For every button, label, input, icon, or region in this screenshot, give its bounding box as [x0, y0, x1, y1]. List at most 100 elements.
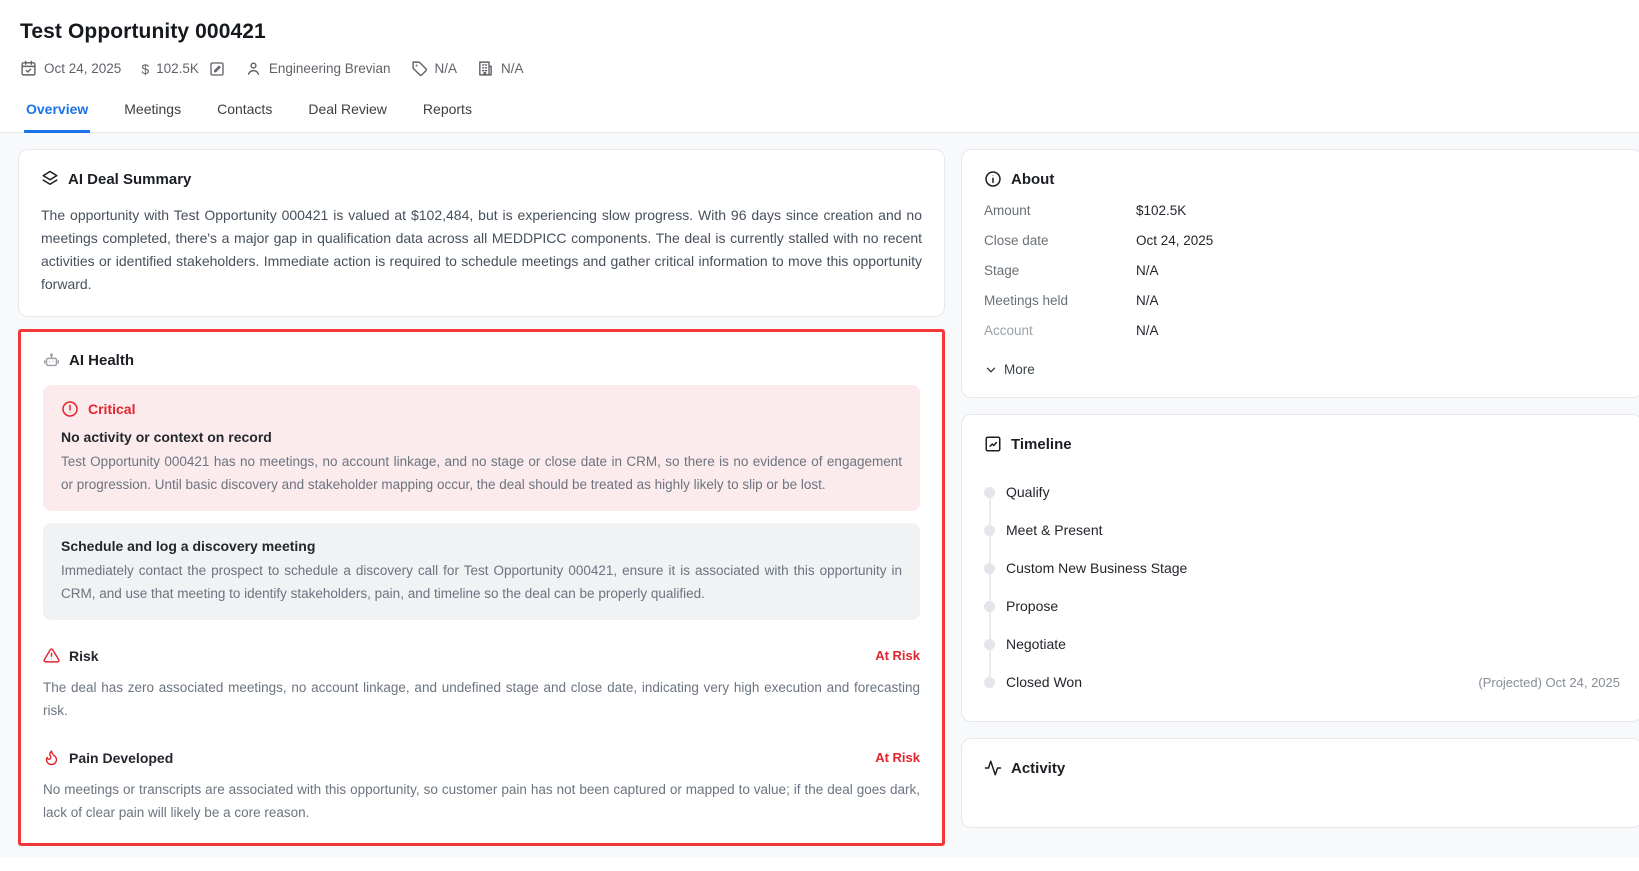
critical-heading: No activity or context on record [61, 429, 272, 445]
tab-reports[interactable]: Reports [421, 101, 474, 133]
critical-body: Test Opportunity 000421 has no meetings,… [61, 454, 902, 492]
content-area: AI Deal Summary The opportunity with Tes… [0, 133, 1639, 857]
robot-icon [44, 353, 59, 367]
critical-label: Critical [88, 401, 136, 417]
ai-deal-summary-card: AI Deal Summary The opportunity with Tes… [18, 149, 945, 317]
about-row-amount: Amount $102.5K [984, 203, 1620, 218]
timeline-stage-qualify: Qualify [984, 473, 1620, 511]
about-label: Close date [984, 233, 1049, 248]
tag-icon [411, 61, 427, 76]
more-button-label: More [1004, 362, 1035, 377]
timeline-stage-propose: Propose [984, 587, 1620, 625]
timeline-list: Qualify Meet & Present Custom New Busine… [984, 473, 1620, 701]
stage-label: Custom New Business Stage [1006, 560, 1188, 576]
about-row-meetings-held: Meetings held N/A [984, 293, 1620, 308]
about-title: About [1011, 170, 1055, 188]
timeline-card: Timeline Qualify Meet & Present Custom N… [961, 414, 1639, 722]
about-value: N/A [1136, 293, 1159, 308]
more-button[interactable]: More [984, 362, 1035, 377]
meta-close-date: Oct 24, 2025 [20, 60, 121, 77]
timeline-stage-closed-won: Closed Won (Projected) Oct 24, 2025 [984, 663, 1620, 701]
about-row-account: Account N/A [984, 323, 1620, 338]
page-header: Test Opportunity 000421 Oct 24, 2025 $ 1… [0, 0, 1639, 77]
stage-dot [984, 486, 995, 498]
ai-health-title: AI Health [69, 352, 135, 369]
pain-section-body: No meetings or transcripts are associate… [43, 782, 920, 820]
main-column: AI Deal Summary The opportunity with Tes… [18, 149, 945, 846]
about-value: Oct 24, 2025 [1136, 233, 1214, 248]
ai-deal-summary-title: AI Deal Summary [68, 170, 192, 188]
meta-close-date-text: Oct 24, 2025 [44, 61, 122, 76]
about-label: Amount [984, 203, 1031, 218]
stage-dot [984, 524, 995, 536]
pain-section-title: Pain Developed [69, 749, 174, 766]
dollar-icon: $ [141, 60, 150, 77]
critical-alert: Critical No activity or context on recor… [43, 385, 920, 511]
pain-developed-section: Pain Developed At Risk No meetings or tr… [43, 749, 920, 824]
about-header: About [984, 170, 1620, 188]
ai-health-header: AI Health [43, 352, 920, 369]
activity-title: Activity [1011, 759, 1066, 777]
calendar-check-icon [21, 60, 36, 76]
about-label: Account [984, 323, 1033, 338]
meta-account-text: N/A [501, 61, 524, 76]
opportunity-meta: Oct 24, 2025 $ 102.5K Engineering Brevia… [20, 60, 1615, 77]
page-title: Test Opportunity 000421 [20, 20, 266, 43]
meta-owner: Engineering Brevian [245, 60, 391, 77]
about-value: N/A [1136, 263, 1159, 278]
timeline-stage-meet-present: Meet & Present [984, 511, 1620, 549]
meta-tag-text: N/A [434, 61, 458, 76]
meta-account: N/A [477, 60, 524, 77]
about-label: Stage [984, 263, 1020, 278]
risk-status-badge: At Risk [875, 648, 920, 663]
about-value: N/A [1136, 323, 1159, 338]
stage-label: Closed Won [1006, 674, 1083, 690]
risk-section-title-row: Risk [43, 647, 99, 664]
ai-deal-summary-header: AI Deal Summary [41, 170, 922, 188]
recommendation-heading: Schedule and log a discovery meeting [61, 538, 316, 554]
stage-dot [984, 600, 995, 612]
side-column: About Amount $102.5K Close date Oct 24, … [961, 149, 1639, 828]
tab-contacts[interactable]: Contacts [215, 101, 274, 133]
pain-section-title-row: Pain Developed [43, 749, 173, 766]
ai-health-card: AI Health Critical No activity or contex… [18, 329, 945, 846]
person-icon [247, 62, 260, 75]
alert-circle-icon [62, 401, 78, 417]
about-card: About Amount $102.5K Close date Oct 24, … [961, 149, 1639, 398]
tab-overview[interactable]: Overview [24, 101, 91, 133]
stage-label: Meet & Present [1006, 522, 1103, 538]
recommendation-box: Schedule and log a discovery meeting Imm… [43, 523, 920, 620]
pain-status-badge: At Risk [875, 750, 920, 765]
activity-card: Activity [961, 738, 1639, 828]
layers-icon [42, 170, 58, 185]
tab-bar: Overview Meetings Contacts Deal Review R… [0, 101, 1639, 133]
building-icon [479, 61, 492, 76]
tab-deal-review[interactable]: Deal Review [306, 101, 389, 133]
risk-section-body: The deal has zero associated meetings, n… [43, 680, 920, 718]
flame-icon [45, 750, 58, 766]
timeline-icon [985, 436, 1001, 452]
about-label: Meetings held [984, 293, 1069, 308]
about-value: $102.5K [1136, 203, 1187, 218]
timeline-stage-custom-new-business: Custom New Business Stage [984, 549, 1620, 587]
stage-label: Qualify [1006, 484, 1050, 500]
risk-section-title: Risk [69, 647, 99, 664]
about-row-stage: Stage N/A [984, 263, 1620, 278]
edit-icon[interactable] [209, 61, 225, 77]
meta-tag: N/A [411, 60, 458, 77]
activity-header: Activity [984, 759, 1620, 777]
about-row-close-date: Close date Oct 24, 2025 [984, 233, 1620, 248]
stage-label: Negotiate [1006, 636, 1066, 652]
info-icon [985, 171, 1001, 187]
stage-projected-date: (Projected) Oct 24, 2025 [1478, 674, 1620, 690]
meta-amount: $ 102.5K [141, 61, 225, 77]
chevron-down-icon [986, 367, 996, 372]
meta-owner-text: Engineering Brevian [268, 61, 391, 76]
recommendation-body: Immediately contact the prospect to sche… [61, 563, 902, 601]
tab-meetings[interactable]: Meetings [122, 101, 183, 133]
stage-dot [984, 638, 995, 650]
pain-section-header: Pain Developed At Risk [43, 749, 920, 766]
critical-alert-header: Critical [61, 400, 902, 418]
timeline-title: Timeline [1011, 435, 1072, 453]
stage-dot [984, 676, 995, 688]
